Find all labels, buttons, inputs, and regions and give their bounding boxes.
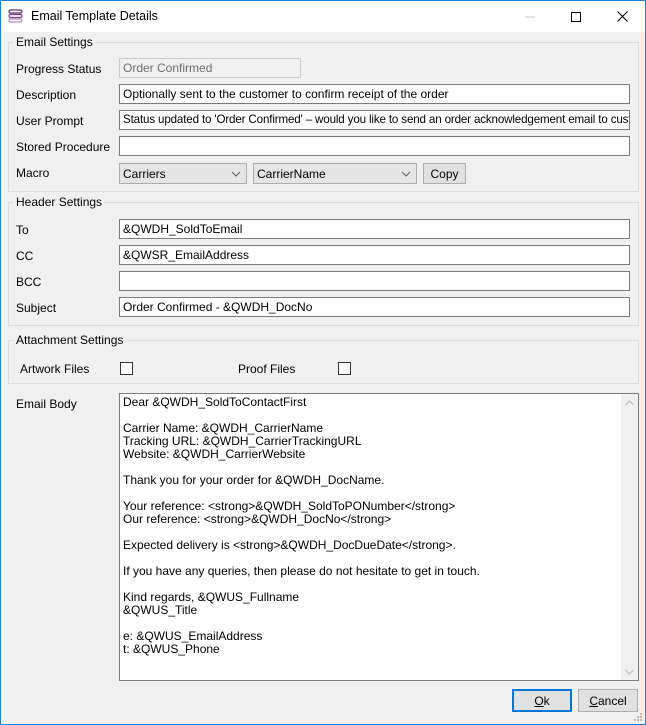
- to-field[interactable]: &QWDH_SoldToEmail: [119, 219, 630, 239]
- close-icon: [616, 11, 628, 22]
- header-settings-title: Header Settings: [14, 195, 105, 209]
- email-body-text: Dear &QWDH_SoldToContactFirst Carrier Na…: [123, 395, 480, 656]
- bcc-label: BCC: [16, 275, 42, 289]
- resize-grip-icon[interactable]: [633, 712, 643, 722]
- window-title: Email Template Details: [31, 9, 158, 23]
- proof-files-label: Proof Files: [238, 362, 296, 376]
- email-settings-title: Email Settings: [14, 35, 95, 49]
- description-field[interactable]: Optionally sent to the customer to confi…: [119, 84, 630, 104]
- cancel-button[interactable]: Cancel: [578, 689, 638, 712]
- macro-label: Macro: [16, 166, 50, 180]
- chevron-down-icon: [625, 669, 634, 675]
- scroll-down-button[interactable]: [621, 663, 638, 680]
- email-template-dialog: Email Template Details Email Settings Pr…: [0, 0, 646, 725]
- subject-field[interactable]: Order Confirmed - &QWDH_DocNo: [119, 297, 630, 317]
- chevron-down-icon: [401, 171, 411, 177]
- bcc-field[interactable]: [119, 271, 630, 291]
- subject-label: Subject: [16, 301, 57, 315]
- ok-label-rest: k: [543, 693, 550, 708]
- cc-label: CC: [16, 249, 34, 263]
- artwork-files-checkbox[interactable]: [120, 362, 133, 375]
- minimize-button[interactable]: [507, 1, 553, 32]
- chevron-up-icon: [625, 399, 634, 405]
- macro-field-value: CarrierName: [257, 167, 326, 181]
- attachment-settings-title: Attachment Settings: [14, 333, 126, 347]
- cancel-mnemonic: C: [589, 693, 598, 708]
- maximize-button[interactable]: [553, 1, 599, 32]
- scroll-up-button[interactable]: [621, 394, 638, 411]
- ok-label: Ok: [534, 694, 549, 708]
- maximize-icon: [571, 11, 581, 22]
- cc-field[interactable]: &QWSR_EmailAddress: [119, 245, 630, 265]
- app-stack-icon: [8, 9, 23, 23]
- macro-category-dropdown[interactable]: Carriers: [119, 163, 247, 184]
- email-body-label: Email Body: [16, 397, 77, 411]
- macro-category-value: Carriers: [123, 167, 166, 181]
- close-button[interactable]: [599, 1, 645, 32]
- stored-procedure-field[interactable]: [119, 136, 630, 156]
- attachment-settings-group: Attachment Settings: [8, 333, 639, 384]
- to-label: To: [16, 223, 29, 237]
- chevron-down-icon: [231, 171, 241, 177]
- description-label: Description: [16, 88, 77, 102]
- cancel-label: Cancel: [589, 694, 626, 708]
- proof-files-checkbox[interactable]: [338, 362, 351, 375]
- user-prompt-label: User Prompt: [16, 114, 84, 128]
- progress-status-label: Progress Status: [16, 62, 102, 76]
- ok-button[interactable]: Ok: [512, 689, 572, 712]
- progress-status-field: Order Confirmed: [119, 58, 301, 78]
- copy-macro-button[interactable]: Copy: [423, 163, 466, 184]
- macro-field-dropdown[interactable]: CarrierName: [253, 163, 417, 184]
- email-body-scrollbar[interactable]: [621, 394, 638, 680]
- artwork-files-label: Artwork Files: [20, 362, 90, 376]
- user-prompt-field[interactable]: Status updated to 'Order Confirmed' – wo…: [119, 110, 630, 130]
- stored-procedure-label: Stored Procedure: [16, 140, 111, 154]
- title-bar[interactable]: Email Template Details: [1, 1, 645, 32]
- minimize-icon: [525, 16, 535, 17]
- ok-mnemonic: O: [534, 693, 544, 708]
- email-body-textarea[interactable]: Dear &QWDH_SoldToContactFirst Carrier Na…: [119, 393, 639, 681]
- cancel-label-rest: ancel: [597, 693, 627, 708]
